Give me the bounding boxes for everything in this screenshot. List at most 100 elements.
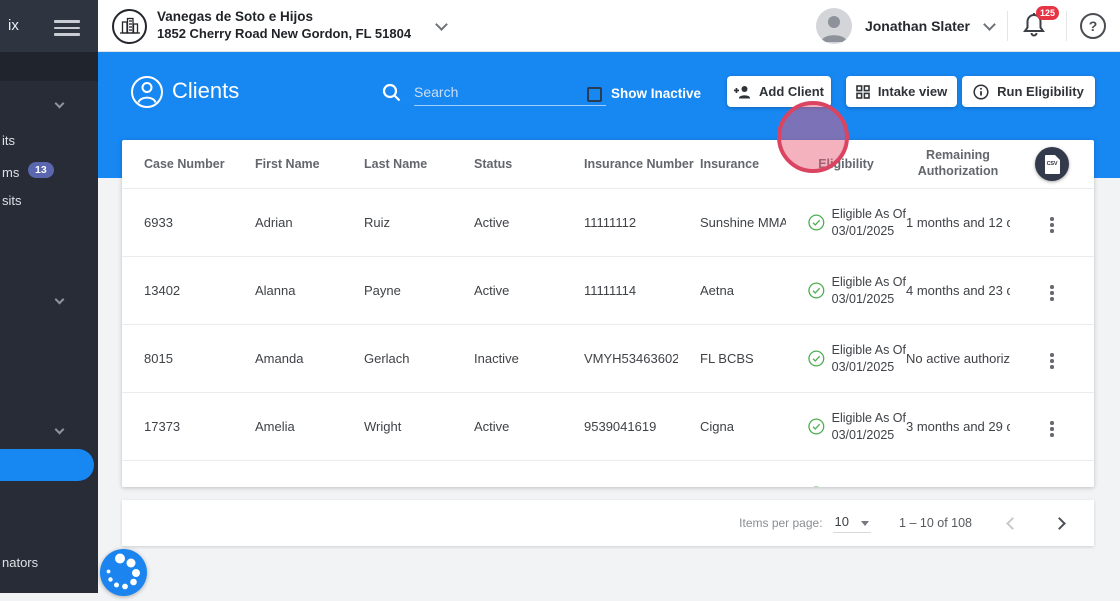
sidebar-active-item[interactable]: [0, 449, 94, 481]
organization-name: Vanegas de Soto e Hijos: [157, 9, 314, 25]
cell-remaining-authorization: 1 months and 12 days: [906, 215, 1010, 230]
csv-file-icon: CSV: [1044, 154, 1060, 174]
table-row[interactable]: 13402 Alanna Payne Active 11111114 Aetna…: [122, 256, 1094, 324]
sidebar-item-nators[interactable]: nators: [2, 555, 38, 570]
avatar: [815, 8, 852, 44]
cell-first-name: Adrian: [255, 215, 293, 230]
user-name: Jonathan Slater: [864, 18, 970, 34]
cell-eligibility: Eligible As Of 03/01/2025: [786, 206, 906, 239]
column-header-remaining-authorization: Remaining Authorization: [917, 148, 999, 178]
row-menu-button[interactable]: [1044, 349, 1060, 373]
cell-insurance: Sunshine MMA Med...: [700, 215, 786, 230]
sidebar: ix its ms 13 sits nators: [0, 0, 98, 593]
cell-status: Inactive: [474, 351, 519, 366]
table-row[interactable]: 8015 Amanda Gerlach Inactive VMYH5346360…: [122, 324, 1094, 392]
top-app-bar: Vanegas de Soto e Hijos 1852 Cherry Road…: [98, 0, 1120, 52]
column-header-first-name: First Name: [255, 157, 320, 171]
cell-remaining-authorization: 4 months and 23 days: [906, 283, 1010, 298]
prev-page-button[interactable]: [1006, 516, 1019, 530]
show-inactive-checkbox[interactable]: [587, 87, 602, 102]
table-header-row: Case Number First Name Last Name Status …: [122, 140, 1094, 188]
table-row[interactable]: 6933 Adrian Ruiz Active 11111112 Sunshin…: [122, 188, 1094, 256]
eligible-check-icon: [813, 486, 820, 487]
cell-status: Active: [474, 215, 510, 230]
chevron-down-icon[interactable]: [54, 294, 65, 305]
cell-last-name: Wright: [364, 419, 402, 434]
clients-icon: [130, 75, 164, 114]
info-icon: [973, 83, 989, 100]
cell-first-name: Amelia: [255, 419, 295, 434]
eligible-check-icon: [808, 214, 825, 231]
chevron-down-icon[interactable]: [54, 424, 65, 435]
show-inactive-label: Show Inactive: [611, 86, 702, 101]
chevron-down-icon[interactable]: [435, 17, 448, 31]
notification-count-badge: 125: [1035, 6, 1059, 20]
row-menu-button[interactable]: [1044, 213, 1060, 237]
cell-case-number: 17373: [144, 419, 181, 434]
sidebar-item-count-badge: 13: [28, 162, 54, 178]
person-add-icon: [734, 85, 750, 98]
chevron-down-icon[interactable]: [54, 98, 65, 109]
cell-remaining-authorization: 3 months and 29 days: [906, 419, 1010, 434]
menu-toggle-button[interactable]: [54, 20, 80, 40]
cell-first-name: Alanna: [255, 283, 296, 298]
dots-wheel-icon: [100, 549, 147, 596]
items-per-page-label: Items per page:: [739, 516, 823, 530]
cell-insurance: Cigna: [700, 419, 734, 434]
cell-status: Active: [474, 283, 510, 298]
column-header-case-number: Case Number: [144, 157, 225, 171]
cell-last-name: Gerlach: [364, 351, 410, 366]
cell-insurance: Aetna: [700, 283, 734, 298]
cell-insurance-number: 11111112: [584, 215, 637, 230]
cell-insurance-number: 9539041619: [584, 419, 657, 434]
sidebar-item-ms[interactable]: ms: [2, 165, 19, 180]
cell-eligibility: Eligible As Of 03/01/2025: [786, 274, 906, 307]
accessibility-widget-button[interactable]: [100, 549, 147, 596]
column-header-eligibility: Eligibility: [818, 157, 874, 171]
column-header-status: Status: [474, 157, 513, 171]
pagination-bar: Items per page: 10 1 – 10 of 108: [122, 500, 1094, 546]
sidebar-item-its[interactable]: its: [2, 133, 15, 148]
divider: [1007, 11, 1008, 41]
cell-insurance: FL BCBS: [700, 351, 754, 366]
cell-last-name: Payne: [364, 283, 401, 298]
clients-table: Case Number First Name Last Name Status …: [122, 140, 1094, 487]
sidebar-divider: [0, 52, 98, 81]
search-icon: [382, 83, 401, 107]
add-client-button[interactable]: Add Client: [727, 76, 831, 107]
row-menu-button[interactable]: [1044, 485, 1060, 487]
page-size-select[interactable]: 10: [832, 514, 872, 533]
table-row[interactable]: 17373 Amelia Wright Active 9539041619 Ci…: [122, 392, 1094, 460]
eligible-check-icon: [808, 282, 825, 299]
eligible-check-icon: [808, 418, 825, 435]
cell-eligibility: Eligible As Of: [786, 485, 906, 487]
table-row[interactable]: 16094 Amy Roberts Active 9539041619 FL M…: [122, 460, 1094, 487]
grid-icon: [856, 84, 870, 99]
cell-case-number: 6933: [144, 215, 173, 230]
export-csv-button[interactable]: CSV: [1035, 147, 1069, 181]
eligible-check-icon: [808, 350, 825, 367]
brand-logo-text: ix: [8, 17, 19, 34]
help-button[interactable]: ?: [1080, 13, 1106, 39]
organization-switcher[interactable]: Vanegas de Soto e Hijos 1852 Cherry Road…: [112, 0, 448, 52]
intake-view-button[interactable]: Intake view: [846, 76, 957, 107]
cell-first-name: Amanda: [255, 351, 304, 366]
sidebar-item-sits[interactable]: sits: [2, 193, 22, 208]
cell-remaining-authorization: No active authorizati...: [906, 351, 1010, 366]
pagination-range: 1 – 10 of 108: [899, 516, 972, 530]
chevron-down-icon[interactable]: [983, 17, 996, 31]
row-menu-button[interactable]: [1044, 281, 1060, 305]
cell-case-number: 8015: [144, 351, 173, 366]
notifications-button[interactable]: 125: [1021, 6, 1059, 43]
search-input[interactable]: [414, 78, 606, 106]
cell-insurance-number: 11111114: [584, 283, 637, 298]
sidebar-header: ix: [0, 0, 98, 52]
organization-address: 1852 Cherry Road New Gordon, FL 51804: [157, 26, 412, 42]
page-title: Clients: [172, 78, 240, 103]
next-page-button[interactable]: [1053, 516, 1066, 530]
cell-last-name: Ruiz: [364, 215, 391, 230]
cell-insurance-number: VMYH53463602: [584, 351, 678, 366]
run-eligibility-button[interactable]: Run Eligibility: [962, 76, 1095, 107]
cell-eligibility: Eligible As Of 03/01/2025: [786, 342, 906, 375]
row-menu-button[interactable]: [1044, 417, 1060, 441]
